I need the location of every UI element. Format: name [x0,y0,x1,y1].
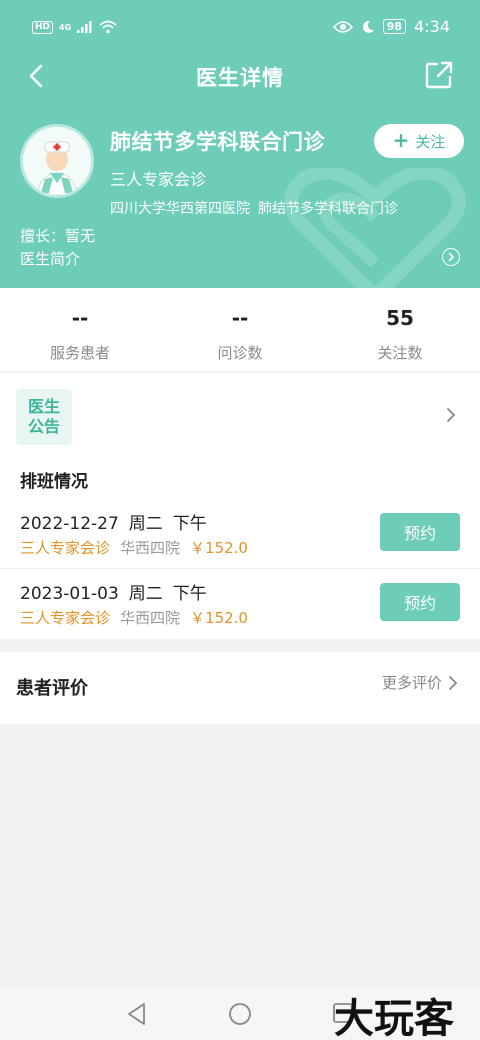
more-reviews-link[interactable]: 更多评价 [382,672,458,693]
nav-bar: 医生详情 [0,54,480,98]
chevron-right-icon [448,252,455,262]
stat-value: -- [71,306,89,330]
schedule-title: 排班情况 [20,472,88,492]
hd-badge: HD [32,20,54,34]
schedule-row: 2022-12-27 周二 下午 三人专家会诊 华西四院 ￥152.0 预约 [0,499,480,569]
doctor-avatar [20,124,94,198]
stats-bar: -- 服务患者 -- 问诊数 55 关注数 [0,288,480,372]
notice-badge-line1: 医生 [27,397,60,416]
schedule-weekday: 周二 [128,514,163,534]
doctor-intro-link[interactable]: 医生简介 [20,248,80,269]
wifi-icon [99,20,117,34]
notice-badge: 医生 公告 [16,389,72,445]
schedule-period: 下午 [172,514,207,534]
status-bar: HD 4G 98 4:34 [0,0,480,54]
reviews-section: 患者评价 更多评价 [0,652,480,724]
schedule-type: 三人专家会诊 [20,539,111,557]
heart-watermark-icon [284,168,466,288]
schedule-price: ￥152.0 [190,609,248,627]
doctor-specialty: 擅长：暂无 [20,227,96,245]
doctor-name: 肺结节多学科联合门诊 [110,130,325,154]
department-name: 肺结节多学科联合门诊 [258,201,398,217]
chevron-right-icon [447,408,456,422]
stat-label: 服务患者 [49,344,110,362]
schedule-price: ￥152.0 [190,539,248,557]
schedule-date: 2022-12-27 [20,514,119,534]
notice-badge-line2: 公告 [27,417,60,436]
schedule-details: 三人专家会诊 华西四院 ￥152.0 [20,537,248,558]
follow-label: 关注 [415,132,446,151]
eye-icon [332,20,353,33]
schedule-hospital: 华西四院 [120,539,181,557]
chevron-right-icon [449,675,458,690]
stat-label: 关注数 [377,344,423,362]
schedule-date: 2023-01-03 [20,584,119,604]
stat-value: 55 [386,306,414,330]
doctor-header: HD 4G 98 4:34 医生详情 肺结节多学科联合门诊 + 关注 三人专家会… [0,0,480,288]
hospital-info: 四川大学华西第四医院 肺结节多学科联合门诊 [110,198,406,218]
home-circle-icon[interactable] [228,1002,252,1026]
schedule-details: 三人专家会诊 华西四院 ￥152.0 [20,607,248,628]
hospital-name: 四川大学华西第四医院 [110,201,250,217]
stat-label: 问诊数 [217,344,263,362]
back-triangle-icon[interactable] [126,1002,148,1026]
schedule-weekday: 周二 [128,584,163,604]
intro-arrow-button[interactable] [442,248,460,266]
stat-value: -- [231,306,249,330]
book-button[interactable]: 预约 [380,513,460,551]
stat-patients: -- 服务患者 [0,288,160,371]
schedule-hospital: 华西四院 [120,609,181,627]
schedule-period: 下午 [172,584,207,604]
schedule-datetime: 2023-01-03 周二 下午 [20,579,217,604]
plus-icon: + [392,128,410,152]
doctor-icon [23,127,91,195]
follow-button[interactable]: + 关注 [374,124,464,158]
schedule-section: 排班情况 2022-12-27 周二 下午 三人专家会诊 华西四院 ￥152.0 预约 … [0,459,480,639]
consult-type: 三人专家会诊 [110,170,207,189]
stat-followers: 55 关注数 [320,288,480,371]
doctor-notice[interactable]: 医生 公告 [0,373,480,459]
reviews-title: 患者评价 [16,678,88,699]
stat-consults: -- 问诊数 [160,288,320,371]
site-watermark-logo: 大玩客 [334,996,454,1040]
schedule-datetime: 2022-12-27 周二 下午 [20,509,217,534]
share-icon [425,61,453,89]
battery-indicator: 98 [382,19,407,34]
network-type: 4G [59,22,72,32]
more-reviews-label: 更多评价 [381,674,442,692]
page-title: 医生详情 [196,66,284,90]
share-button[interactable] [424,60,456,92]
clock: 4:34 [414,17,450,36]
schedule-row: 2023-01-03 周二 下午 三人专家会诊 华西四院 ￥152.0 预约 [0,569,480,639]
book-button[interactable]: 预约 [380,583,460,621]
moon-icon [362,20,374,33]
schedule-type: 三人专家会诊 [20,609,111,627]
signal-icon [77,21,92,33]
